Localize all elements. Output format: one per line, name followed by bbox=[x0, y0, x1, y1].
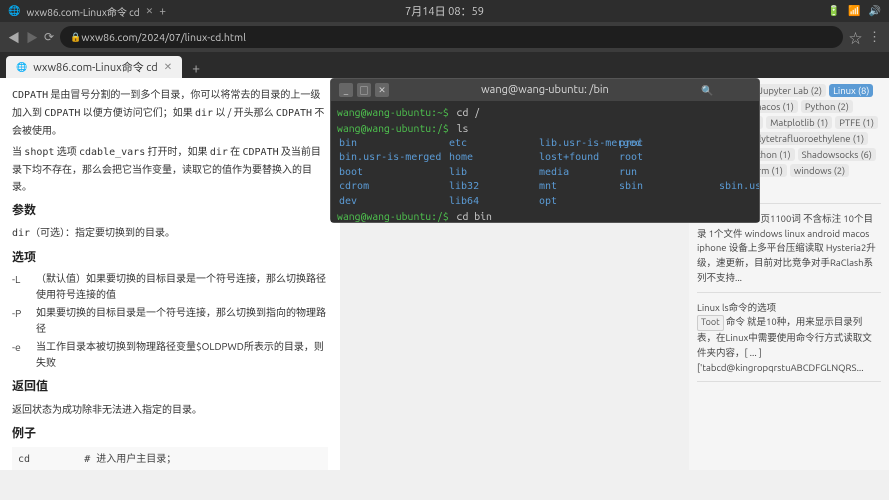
terminal-line-1: wang@wang-ubuntu:~$ cd / bbox=[337, 105, 753, 121]
window-title: wxw86.com-Linux命令 cd bbox=[26, 4, 139, 19]
new-tab-icon[interactable]: + bbox=[159, 5, 166, 18]
ls-file-proc: proc bbox=[619, 137, 719, 152]
terminal-close-button[interactable]: ✕ bbox=[375, 83, 389, 97]
system-tray: 🔋 📶 🔊 bbox=[828, 5, 881, 17]
terminal-titlebar-spacer: 🔍 bbox=[701, 84, 751, 97]
ls-file-sbin: sbin bbox=[619, 180, 719, 195]
terminal-window: _ □ ✕ wang@wang-ubuntu: /bin 🔍 wang@wang… bbox=[330, 78, 760, 223]
tab-favicon: 🌐 bbox=[16, 62, 27, 73]
back-button[interactable]: ◀ bbox=[8, 29, 20, 46]
terminal-window-controls: _ □ ✕ bbox=[339, 83, 389, 97]
ls-file-bin: bin bbox=[339, 137, 449, 152]
examples-block: cd # 进入用户主目录； cd / # 进入根目录 cd ~ # 进入用户主目… bbox=[12, 447, 328, 470]
tag-python2[interactable]: Python (2) bbox=[801, 100, 853, 113]
ls-file-cdrom: cdrom bbox=[339, 180, 449, 195]
tag-matplotlib2[interactable]: Matplotlib (1) bbox=[766, 116, 832, 129]
terminal-title: wang@wang-ubuntu: /bin bbox=[389, 84, 701, 96]
tab-title: wxw86.com-Linux命令 cd bbox=[33, 59, 158, 75]
terminal-titlebar: _ □ ✕ wang@wang-ubuntu: /bin 🔍 bbox=[331, 79, 759, 101]
tag-shadowsocks[interactable]: Shadowsocks (6) bbox=[798, 148, 876, 161]
terminal-maximize-button[interactable]: □ bbox=[357, 83, 371, 97]
ls-file-root: root bbox=[619, 151, 719, 166]
forward-button[interactable]: ▶ bbox=[26, 29, 38, 46]
ls-file-run: run bbox=[619, 166, 719, 181]
terminal-line-2: wang@wang-ubuntu:/$ ls bbox=[337, 121, 753, 137]
env-description: CDPATH 是由冒号分割的一到多个目录，你可以将常去的目录的上一级加入到 CD… bbox=[12, 86, 328, 139]
lock-icon: 🔒 bbox=[70, 32, 81, 43]
tag-linux[interactable]: Linux (8) bbox=[829, 84, 873, 97]
params-title: 参数 bbox=[12, 201, 328, 220]
option-L: -L （默认值）如果要切换的目标目录是一个符号连接，那么切换路径使用符号连接的值 bbox=[12, 271, 328, 303]
terminal-cmd-2: ls bbox=[451, 121, 469, 137]
return-title: 返回值 bbox=[12, 377, 328, 396]
address-bar-row: ◀ ▶ ⟳ 🔒 wxw86.com/2024/07/linux-cd.html … bbox=[0, 22, 889, 52]
option-e: -e 当工作目录本被切换到物理路径变量$OLDPWD所表示的目录，则失败 bbox=[12, 339, 328, 371]
url-text: wxw86.com/2024/07/linux-cd.html bbox=[81, 31, 246, 43]
ls-file-lib32: lib32 bbox=[449, 180, 539, 195]
new-tab-button[interactable]: + bbox=[186, 58, 206, 78]
ls-file-mnt: mnt bbox=[539, 180, 619, 195]
volume-icon: 🔊 bbox=[869, 5, 881, 17]
example-line-2: cd / # 进入根目录 bbox=[18, 469, 322, 470]
tag-ptfe1[interactable]: PTFE (1) bbox=[835, 116, 878, 129]
tag-windows[interactable]: windows (2) bbox=[790, 164, 849, 177]
return-desc: 返回状态为成功除非无法进入指定的目录。 bbox=[12, 401, 328, 418]
close-tab-icon[interactable]: ✕ bbox=[146, 6, 154, 17]
options-title: 选项 bbox=[12, 248, 328, 267]
tab-bar: 🌐 wxw86.com-Linux命令 cd ✕ + bbox=[0, 52, 889, 78]
terminal-prompt-1: wang@wang-ubuntu:~$ bbox=[337, 105, 449, 121]
sidebar-item-2: Linux ls命令的选项 Toot 命令 就是10种，用来显示目录列表，在Li… bbox=[697, 301, 881, 383]
bookmark-icon[interactable]: ☆ bbox=[849, 28, 862, 47]
ls-file-lib.usr: lib.usr-is-merged bbox=[539, 137, 619, 152]
ls-file-lib64: lib64 bbox=[449, 195, 539, 210]
terminal-cmd-1: cd / bbox=[451, 105, 480, 121]
sidebar-text-1: Linux ls命令 28页1100词 不含标注 10个目录 1个文件 wind… bbox=[697, 212, 881, 286]
ls-file-dev: dev bbox=[339, 195, 449, 210]
article-content: CDPATH 是由冒号分割的一到多个目录，你可以将常去的目录的上一级加入到 CD… bbox=[0, 78, 340, 470]
terminal-search-icon[interactable]: 🔍 bbox=[701, 85, 713, 96]
terminal-minimize-button[interactable]: _ bbox=[339, 83, 353, 97]
battery-icon: 🔋 bbox=[828, 5, 840, 17]
system-topbar: 🌐 wxw86.com-Linux命令 cd ✕ + 7月14日 08：59 🔋… bbox=[0, 0, 889, 22]
tab-close-button[interactable]: ✕ bbox=[164, 61, 172, 73]
main-content: CDPATH 是由冒号分割的一到多个目录，你可以将常去的目录的上一级加入到 CD… bbox=[0, 78, 889, 470]
topbar-left-icons: 🌐 wxw86.com-Linux命令 cd ✕ + bbox=[8, 4, 166, 19]
ls-file-opt: opt bbox=[539, 195, 619, 210]
ls-file-boot: boot bbox=[339, 166, 449, 181]
sidebar-item-1: Linux ls命令 28页1100词 不含标注 10个目录 1个文件 wind… bbox=[697, 212, 881, 293]
reload-button[interactable]: ⟳ bbox=[44, 30, 54, 44]
terminal-line-3: wang@wang-ubuntu:/$ cd bin bbox=[337, 209, 753, 222]
ls-file-sbin.usr: sbin.usr-is-merged bbox=[719, 180, 759, 195]
wifi-icon: 📶 bbox=[848, 5, 860, 17]
ls-file-lost+found: lost+found bbox=[539, 151, 619, 166]
ls-file-bin.usr: bin.usr-is-merged bbox=[339, 151, 449, 166]
ls-file-media: media bbox=[539, 166, 619, 181]
app-icon: 🌐 bbox=[8, 5, 20, 17]
options-list: -L （默认值）如果要切换的目标目录是一个符号连接，那么切换路径使用符号连接的值… bbox=[12, 271, 328, 371]
terminal-body[interactable]: wang@wang-ubuntu:~$ cd / wang@wang-ubunt… bbox=[331, 101, 759, 222]
active-tab[interactable]: 🌐 wxw86.com-Linux命令 cd ✕ bbox=[6, 56, 182, 78]
ls-output-grid: bin etc lib.usr-is-merged proc snap usr … bbox=[337, 137, 753, 210]
ls-file-home: home bbox=[449, 151, 539, 166]
tag-polytet[interactable]: Polytetrafluoroethylene (1) bbox=[744, 132, 868, 145]
ls-file-lib: lib bbox=[449, 166, 539, 181]
menu-icon[interactable]: ⋮ bbox=[868, 30, 881, 45]
terminal-cmd-3: cd bin bbox=[451, 209, 492, 222]
terminal-prompt-2: wang@wang-ubuntu:/$ bbox=[337, 121, 449, 137]
params-desc: dir（可选）：指定要切换到的目录。 bbox=[12, 224, 328, 242]
tag-jupyterlab[interactable]: Jupyter Lab (2) bbox=[754, 84, 826, 97]
shopt-desc: 当 shopt 选项 cdable_vars 打开时，如果 dir 在 CDPA… bbox=[12, 143, 328, 195]
toot-label: Toot bbox=[697, 315, 724, 331]
option-P: -P 如果要切换的目标目录是一个符号连接，那么切换到指向的物理路径 bbox=[12, 305, 328, 337]
datetime-display: 7月14日 08：59 bbox=[405, 3, 484, 19]
example-line-1: cd # 进入用户主目录； bbox=[18, 451, 322, 469]
example-title: 例子 bbox=[12, 424, 328, 443]
ls-file-etc: etc bbox=[449, 137, 539, 152]
url-input[interactable]: 🔒 wxw86.com/2024/07/linux-cd.html bbox=[60, 26, 843, 48]
sidebar-text-2: Linux ls命令的选项 Toot 命令 就是10种，用来显示目录列表，在Li… bbox=[697, 301, 881, 376]
terminal-prompt-3: wang@wang-ubuntu:/$ bbox=[337, 209, 449, 222]
